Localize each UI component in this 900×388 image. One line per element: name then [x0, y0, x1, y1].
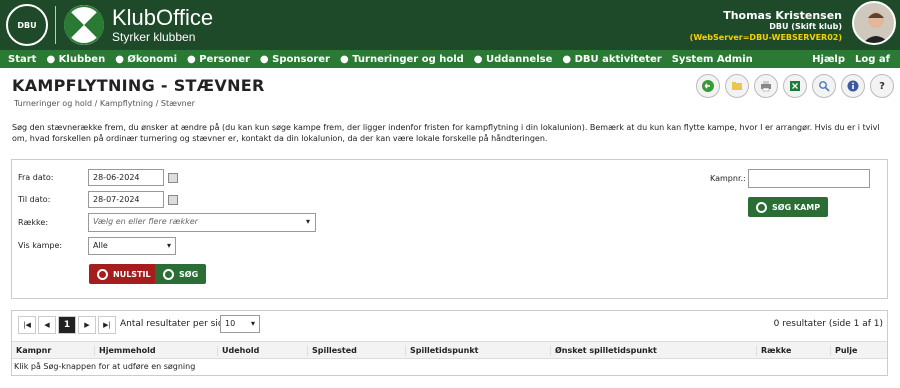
- from-date-input[interactable]: 28-06-2024: [88, 169, 164, 186]
- search-panel: Fra dato: 28-06-2024 Til dato: 28-07-202…: [11, 159, 888, 299]
- col-kampnr[interactable]: Kampnr: [12, 346, 51, 356]
- search-match-button[interactable]: SØG KAMP: [748, 197, 829, 217]
- table-header: Kampnr Hjemmehold Udehold Spillested Spi…: [12, 341, 887, 359]
- nav-okonomi[interactable]: ● Økonomi: [115, 54, 177, 65]
- nav-personer-label: Personer: [199, 53, 250, 65]
- kluboffice-logo-icon[interactable]: [64, 5, 104, 45]
- user-info: Thomas Kristensen DBU (Skift klub) (WebS…: [690, 10, 842, 43]
- prev-page-button[interactable]: ◀: [38, 316, 56, 334]
- toolbar: ?: [691, 74, 894, 98]
- nav-logout[interactable]: Log af: [855, 54, 890, 65]
- app-header: DBU KlubOffice Styrker klubben Thomas Kr…: [0, 0, 900, 50]
- breadcrumb[interactable]: Turneringer og hold / Kampflytning / Stæ…: [14, 99, 195, 108]
- page-header: KAMPFLYTNING - STÆVNER Turneringer og ho…: [0, 68, 900, 114]
- to-date-input[interactable]: 28-07-2024: [88, 191, 164, 208]
- search-button[interactable]: SØG: [155, 264, 207, 284]
- per-page-select[interactable]: 10 ▾: [220, 315, 260, 333]
- nav-system-admin[interactable]: System Admin: [672, 54, 753, 65]
- header-divider: [55, 6, 56, 44]
- from-date-label: Fra dato:: [18, 173, 54, 182]
- col-onsket-spilletidspunkt[interactable]: Ønsket spilletidspunkt: [550, 346, 657, 356]
- reset-button[interactable]: NULSTIL: [89, 264, 159, 284]
- row-select-placeholder: Vælg en eller flere rækker: [93, 217, 198, 226]
- match-number-input[interactable]: [748, 169, 870, 188]
- info-icon[interactable]: [841, 74, 865, 98]
- show-matches-label: Vis kampe:: [18, 241, 63, 250]
- chevron-down-icon: ▾: [166, 241, 171, 250]
- search-icon[interactable]: [812, 74, 836, 98]
- col-hjemmehold[interactable]: Hjemmehold: [94, 346, 156, 356]
- server-info: (WebServer=DBU-WEBSERVER02): [689, 33, 842, 42]
- back-icon[interactable]: [696, 74, 720, 98]
- next-page-button[interactable]: ▶: [78, 316, 96, 334]
- brand-title: KlubOffice: [112, 5, 214, 30]
- col-spillested[interactable]: Spillested: [307, 346, 357, 356]
- search-icon: [163, 268, 174, 280]
- nav-klubben-label: Klubben: [58, 53, 106, 65]
- show-matches-value: Alle: [93, 241, 108, 250]
- per-page-label: Antal resultater per side: [120, 319, 230, 329]
- nav-klubben[interactable]: ● Klubben: [46, 54, 105, 65]
- empty-results-message: Klik på Søg-knappen for at udføre en søg…: [14, 362, 196, 371]
- help-glyph: ?: [879, 80, 885, 92]
- user-name: Thomas Kristensen: [723, 9, 842, 22]
- per-page-value: 10: [225, 319, 236, 328]
- first-page-button[interactable]: |◀: [18, 316, 36, 334]
- show-matches-select[interactable]: Alle ▾: [88, 237, 176, 255]
- current-page[interactable]: 1: [58, 316, 76, 334]
- search-button-label: SØG: [179, 269, 199, 279]
- nav-sponsorer-label: Sponsorer: [272, 53, 330, 65]
- help-icon[interactable]: ?: [870, 74, 894, 98]
- brand-tagline: Styrker klubben: [112, 30, 196, 44]
- print-icon[interactable]: [754, 74, 778, 98]
- nav-dbu-aktiviteter-label: DBU aktiviteter: [574, 53, 662, 65]
- pagination: |◀ ◀ 1 ▶ ▶|: [18, 316, 118, 334]
- brand: KlubOffice Styrker klubben: [112, 5, 214, 45]
- page-title: KAMPFLYTNING - STÆVNER: [12, 76, 265, 95]
- nav-okonomi-label: Økonomi: [127, 53, 177, 65]
- nav-help[interactable]: Hjælp: [812, 54, 845, 65]
- from-calendar-icon[interactable]: [168, 173, 178, 183]
- page-description: Søg den stævnerække frem, du ønsker at æ…: [12, 123, 880, 143]
- search-icon: [756, 201, 767, 213]
- chevron-down-icon: ▾: [250, 319, 255, 328]
- avatar[interactable]: [852, 1, 896, 45]
- row-select[interactable]: Vælg en eller flere rækker ▾: [88, 213, 316, 232]
- dbu-seal-logo: DBU: [6, 4, 48, 46]
- seal-text: DBU: [17, 20, 37, 30]
- result-count: 0 resultater (side 1 af 1): [773, 319, 883, 329]
- match-number-label: Kampnr.:: [710, 174, 746, 183]
- switch-club-link[interactable]: DBU (Skift klub): [690, 21, 842, 32]
- nav-dbu-aktiviteter[interactable]: ● DBU aktiviteter: [562, 54, 661, 65]
- nav-uddannelse[interactable]: ● Uddannelse: [474, 54, 553, 65]
- results-panel: |◀ ◀ 1 ▶ ▶| Antal resultater per side 10…: [11, 310, 888, 376]
- nav-start[interactable]: Start: [8, 54, 36, 65]
- search-match-label: SØG KAMP: [772, 202, 821, 212]
- nav-sponsorer[interactable]: ● Sponsorer: [260, 54, 330, 65]
- to-calendar-icon[interactable]: [168, 195, 178, 205]
- col-pulje[interactable]: Pulje: [830, 346, 857, 356]
- nav-uddannelse-label: Uddannelse: [486, 53, 553, 65]
- nav-personer[interactable]: ● Personer: [187, 54, 250, 65]
- chevron-down-icon: ▾: [305, 217, 310, 226]
- folder-icon[interactable]: [725, 74, 749, 98]
- col-spilletidspunkt[interactable]: Spilletidspunkt: [405, 346, 478, 356]
- last-page-button[interactable]: ▶|: [98, 316, 116, 334]
- col-raekke[interactable]: Række: [756, 346, 791, 356]
- reset-button-label: NULSTIL: [113, 269, 151, 279]
- row-label: Række:: [18, 218, 49, 227]
- nav-turneringer-label: Turneringer og hold: [352, 53, 464, 65]
- nav-turneringer[interactable]: ● Turneringer og hold: [340, 54, 464, 65]
- reset-icon: [97, 268, 108, 280]
- main-nav: Start ● Klubben ● Økonomi ● Personer ● S…: [0, 50, 900, 68]
- col-udehold[interactable]: Udehold: [217, 346, 259, 356]
- excel-icon[interactable]: [783, 74, 807, 98]
- to-date-label: Til dato:: [18, 195, 51, 204]
